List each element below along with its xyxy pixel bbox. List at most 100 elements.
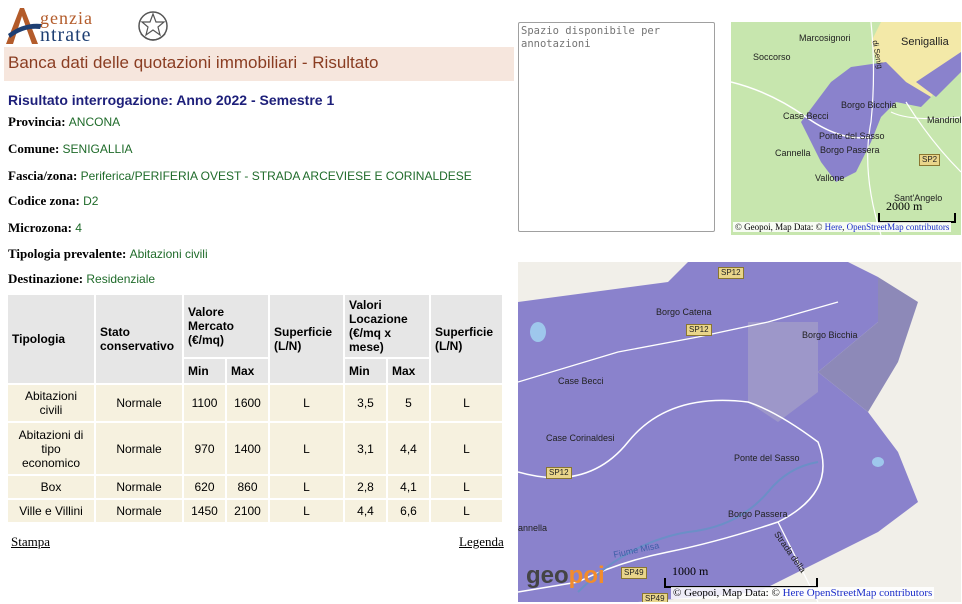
field-label: Codice zona:	[8, 193, 80, 208]
quotations-table: Tipologia Stato conservativo Valore Merc…	[6, 293, 504, 524]
scale-label: 1000 m	[672, 564, 709, 578]
osm-link[interactable]: OpenStreetMap contributors	[847, 222, 950, 232]
road-badge: SP12	[686, 324, 712, 336]
map-attribution: © Geopoi, Map Data: © Here, OpenStreetMa…	[733, 222, 952, 232]
cell-vm-max: 1400	[227, 423, 268, 474]
field-value: 4	[75, 221, 82, 235]
notes-textarea[interactable]	[518, 22, 715, 232]
cell-loc-min: 2,8	[345, 476, 386, 498]
table-row: Box Normale 620 860 L 2,8 4,1 L	[8, 476, 502, 498]
map-label: Borgo Bicchia	[841, 100, 897, 110]
detail-map[interactable]: Borgo Catena Borgo Bicchia Case Becci Ca…	[518, 262, 961, 602]
agenzia-entrate-logo: genzia ntrate	[4, 4, 170, 46]
map-label: Borgo Passera	[728, 509, 788, 519]
map-label: Borgo Bicchia	[802, 330, 858, 340]
map-label: Cannella	[775, 148, 811, 158]
field-value: Residenziale	[86, 272, 156, 286]
stampa-link[interactable]: Stampa	[11, 534, 50, 550]
cell-loc-max: 4,1	[388, 476, 429, 498]
cell-loc-min: 4,4	[345, 500, 386, 522]
cell-vm-min: 970	[184, 423, 225, 474]
logo-a-icon	[6, 8, 42, 44]
here-link[interactable]: Here	[825, 222, 843, 232]
road-badge: SP12	[546, 467, 572, 479]
field-value: ANCONA	[68, 115, 121, 129]
field-value: Periferica/PERIFERIA OVEST - STRADA ARCE…	[80, 169, 472, 183]
cell-superficie: L	[431, 423, 502, 474]
map-label: Soccorso	[753, 52, 791, 62]
header-valore-mercato: Valore Mercato (€/mq)	[184, 295, 268, 357]
cell-superficie: L	[270, 500, 343, 522]
field-label: Tipologia prevalente:	[8, 246, 127, 261]
header-max: Max	[227, 359, 268, 383]
header-superficie: Superficie (L/N)	[431, 295, 502, 383]
field-codice-zona: Codice zona: D2	[8, 193, 98, 209]
here-link[interactable]: Here	[783, 587, 804, 599]
cell-tipologia: Ville e Villini	[8, 500, 94, 522]
field-comune: Comune: SENIGALLIA	[8, 141, 133, 157]
attribution-text: © Geopoi, Map Data: ©	[673, 587, 783, 599]
field-fascia-zona: Fascia/zona: Periferica/PERIFERIA OVEST …	[8, 168, 472, 184]
map-label: Case Becci	[558, 376, 604, 386]
cell-stato: Normale	[96, 385, 182, 421]
road-badge: SP12	[718, 267, 744, 279]
field-microzona: Microzona: 4	[8, 220, 82, 236]
map-label: Marcosignori	[799, 33, 851, 43]
header-max: Max	[388, 359, 429, 383]
logo-text-entrate: ntrate	[40, 24, 92, 46]
map-label: Senigallia	[901, 36, 949, 48]
field-value: D2	[83, 194, 99, 208]
cell-vm-max: 860	[227, 476, 268, 498]
italian-emblem-icon	[138, 11, 168, 41]
detail-map-tiles	[518, 262, 961, 602]
osm-link[interactable]: OpenStreetMap contributors	[807, 587, 933, 599]
map-label: Borgo Passera	[820, 145, 880, 155]
cell-superficie: L	[270, 423, 343, 474]
attribution-text: © Geopoi, Map Data: ©	[735, 222, 825, 232]
map-label: Borgo Catena	[656, 307, 712, 317]
cell-vm-max: 1600	[227, 385, 268, 421]
map-label: Ponte del Sasso	[819, 131, 885, 141]
field-label: Fascia/zona:	[8, 168, 78, 183]
cell-tipologia: Abitazioni di tipo economico	[8, 423, 94, 474]
table-row: Ville e Villini Normale 1450 2100 L 4,4 …	[8, 500, 502, 522]
map-label: Case Corinaldesi	[546, 433, 615, 443]
cell-superficie: L	[270, 385, 343, 421]
cell-superficie: L	[270, 476, 343, 498]
cell-loc-min: 3,1	[345, 423, 386, 474]
cell-stato: Normale	[96, 500, 182, 522]
map-label: annella	[518, 523, 548, 533]
cell-vm-max: 2100	[227, 500, 268, 522]
field-provincia: Provincia: ANCONA	[8, 114, 120, 130]
map-label: Ponte del Sasso	[734, 453, 800, 463]
field-value: SENIGALLIA	[62, 142, 133, 156]
field-label: Microzona:	[8, 220, 73, 235]
cell-loc-min: 3,5	[345, 385, 386, 421]
map-label: Mandriol	[927, 115, 961, 125]
cell-superficie: L	[431, 476, 502, 498]
cell-stato: Normale	[96, 423, 182, 474]
table-row: Abitazioni civili Normale 1100 1600 L 3,…	[8, 385, 502, 421]
result-heading: Risultato interrogazione: Anno 2022 - Se…	[8, 92, 335, 108]
cell-stato: Normale	[96, 476, 182, 498]
field-value: Abitazioni civili	[129, 247, 208, 261]
cell-vm-min: 620	[184, 476, 225, 498]
header-stato-conservativo: Stato conservativo	[96, 295, 182, 383]
header-valori-locazione: Valori Locazione (€/mq x mese)	[345, 295, 429, 357]
cell-superficie: L	[431, 500, 502, 522]
map-label: Vallone	[815, 173, 845, 183]
header-tipologia: Tipologia	[8, 295, 94, 383]
field-tipologia-prevalente: Tipologia prevalente: Abitazioni civili	[8, 246, 208, 262]
overview-map[interactable]: Senigallia Marcosignori Soccorso Borgo B…	[731, 22, 961, 235]
field-label: Comune:	[8, 141, 60, 156]
cell-loc-max: 4,4	[388, 423, 429, 474]
legenda-link[interactable]: Legenda	[459, 534, 504, 550]
page-title: Banca dati delle quotazioni immobiliari …	[8, 53, 379, 72]
field-label: Provincia:	[8, 114, 66, 129]
cell-loc-max: 6,6	[388, 500, 429, 522]
map-label: Case Becci	[783, 111, 829, 121]
field-label: Destinazione:	[8, 271, 84, 286]
road-badge: SP2	[919, 154, 941, 166]
table-row: Abitazioni di tipo economico Normale 970…	[8, 423, 502, 474]
scale-label: 2000 m	[886, 199, 923, 213]
